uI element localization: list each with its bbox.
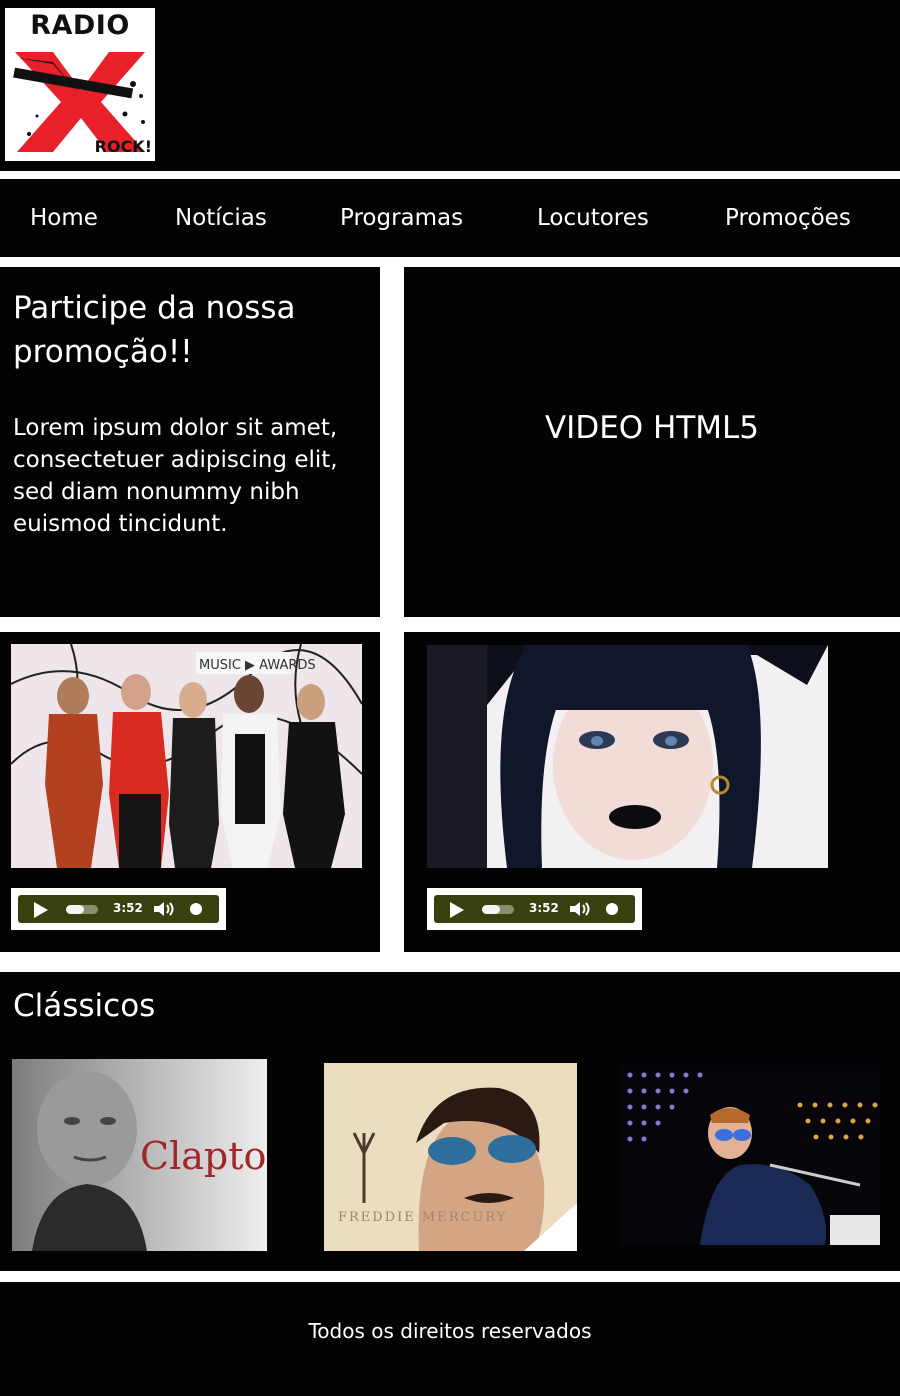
fullscreen-dot-icon[interactable] (190, 903, 202, 915)
clapton-caption: Clapton (140, 1134, 267, 1178)
nav-home[interactable]: Home (30, 179, 98, 257)
nav-programas[interactable]: Programas (340, 179, 463, 257)
main-nav: Home Notícias Programas Locutores Promoç… (0, 179, 900, 257)
nav-noticias[interactable]: Notícias (175, 179, 267, 257)
promo-text: Lorem ipsum dolor sit amet, consectetuer… (13, 415, 338, 537)
portrait-photo (427, 645, 828, 868)
volume-icon[interactable] (153, 901, 177, 917)
footer-copyright: Todos os direitos reservados (308, 1319, 592, 1343)
audio-player-bar: 3:52 (18, 895, 219, 923)
classics-title: Clássicos (13, 988, 156, 1024)
classic-freddie[interactable]: FREDDIE MERCURY (324, 1063, 577, 1251)
audio-player-bar: 3:52 (434, 895, 635, 923)
seek-slider[interactable] (482, 905, 514, 914)
player-time: 3:52 (113, 901, 143, 915)
promo-title: Participe da nossa promoção!! (13, 290, 296, 370)
volume-icon[interactable] (569, 901, 593, 917)
classic-elton[interactable] (620, 1065, 880, 1245)
player-time: 3:52 (529, 901, 559, 915)
logo-radio-text: RADIO (30, 10, 130, 41)
nav-promocoes[interactable]: Promoções (725, 179, 851, 257)
seek-slider[interactable] (66, 905, 98, 914)
classic-clapton[interactable]: Clapton (12, 1059, 267, 1251)
play-icon[interactable] (450, 902, 464, 918)
nav-locutores[interactable]: Locutores (537, 179, 649, 257)
radio-x-logo[interactable]: RADIO ROCK! (5, 8, 155, 161)
play-icon[interactable] (34, 902, 48, 918)
logo-rock-text: ROCK! (94, 137, 152, 156)
group-photo: MUSIC ▶ AWARDS (11, 644, 362, 868)
fullscreen-dot-icon[interactable] (606, 903, 618, 915)
svg-text:MUSIC ▶ AWARDS: MUSIC ▶ AWARDS (199, 658, 316, 673)
audio-player-2: 3:52 (427, 888, 642, 930)
freddie-caption: FREDDIE MERCURY (338, 1210, 507, 1225)
header: RADIO ROCK! (0, 0, 900, 171)
video-placeholder-label: VIDEO HTML5 (544, 410, 760, 446)
audio-player-1: 3:52 (11, 888, 226, 930)
